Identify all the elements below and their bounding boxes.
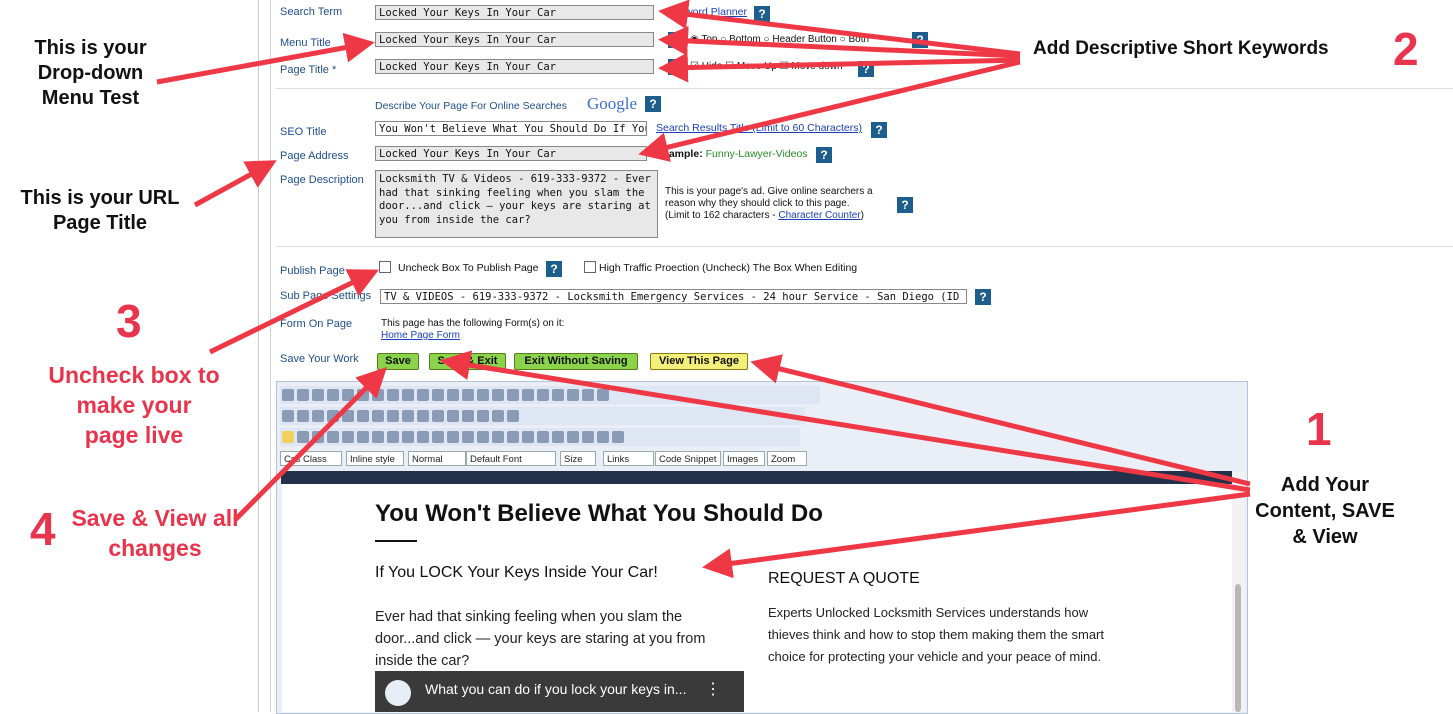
arrow-kw-address	[638, 59, 1021, 162]
arrow-uncheck	[208, 269, 379, 355]
arrow-content-save	[440, 350, 1251, 493]
arrow-url	[193, 160, 277, 208]
arrow-content-editor	[702, 491, 1251, 579]
arrow-kw-page	[658, 52, 1021, 83]
arrow-save-view	[233, 366, 388, 522]
arrow-dropdown	[156, 32, 375, 85]
annotation-arrows	[156, 0, 1251, 579]
